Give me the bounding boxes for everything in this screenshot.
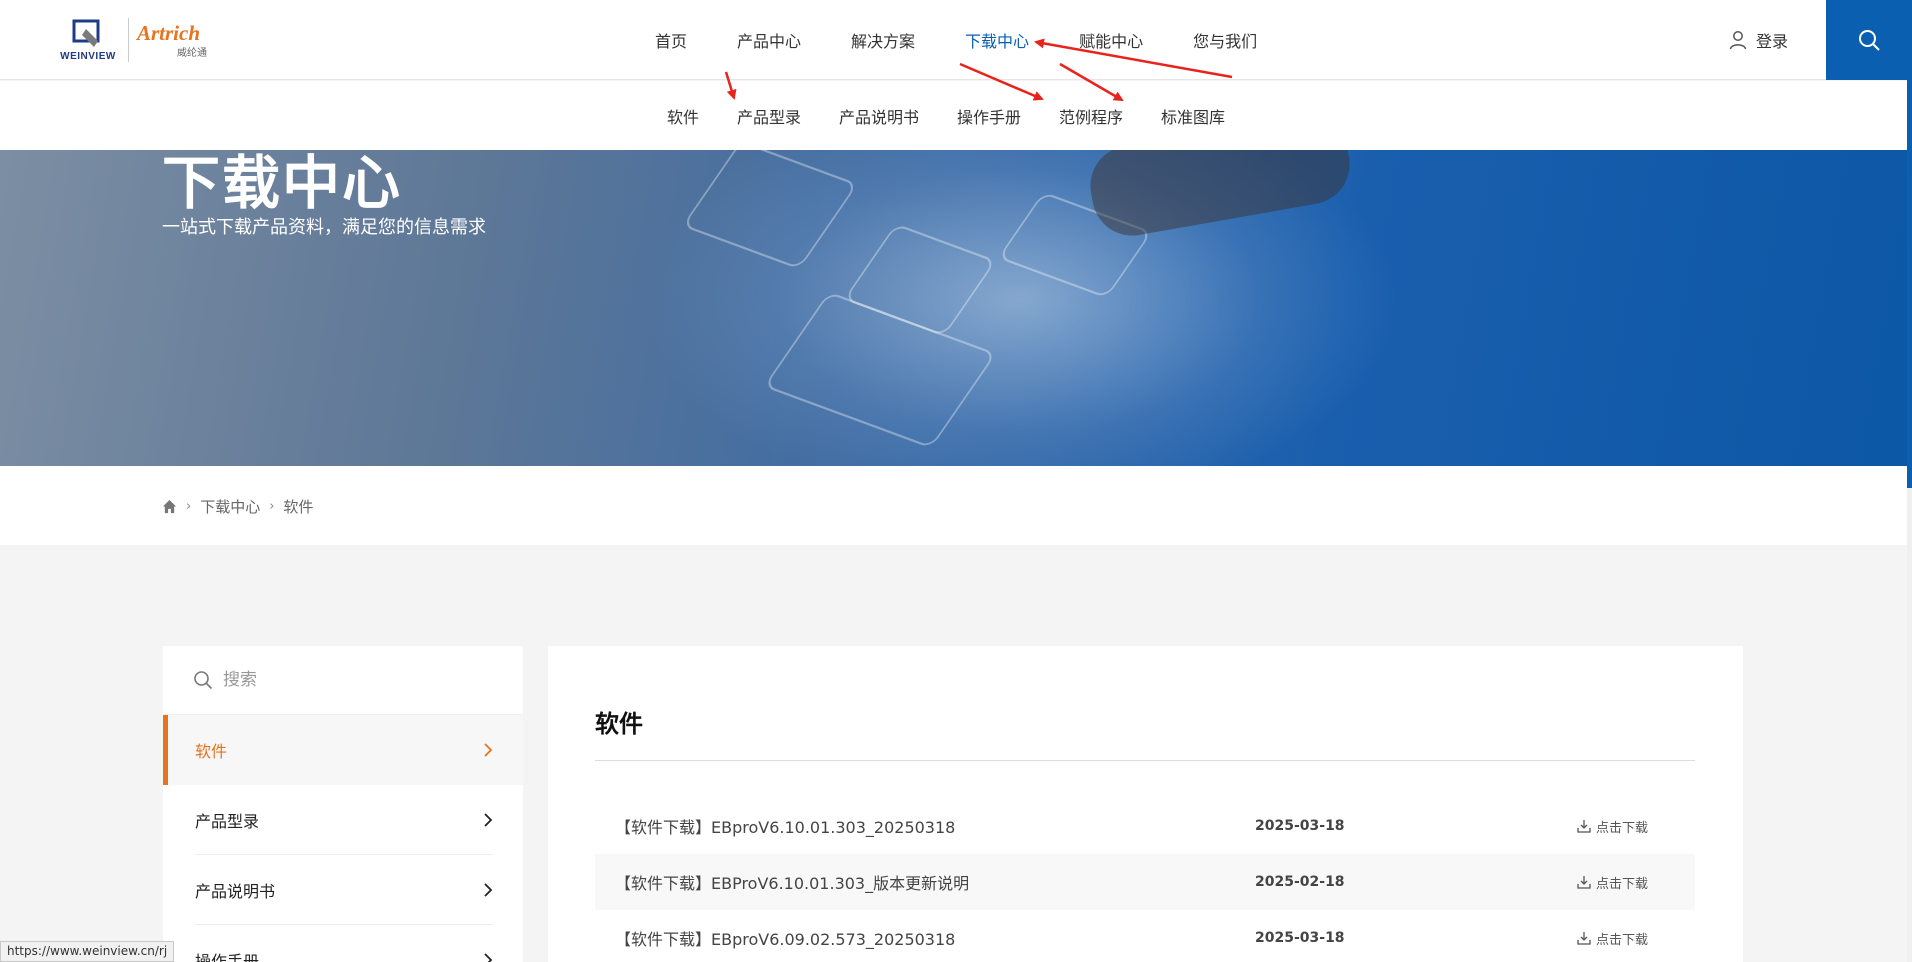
weinview-logo: WEINVIEW	[56, 19, 120, 62]
sidebar-item-label: 软件	[195, 742, 228, 761]
download-row: 【软件下载】EBProV6.10.01.303_版本更新说明 2025-02-1…	[595, 854, 1695, 910]
artrich-logo-cn: 威纶通	[177, 47, 207, 59]
subnav-item-operation[interactable]: 操作手册	[957, 104, 1021, 128]
chevron-right-icon	[484, 813, 493, 827]
nav-item-enablement[interactable]: 赋能中心	[1079, 28, 1143, 52]
weinview-mark-icon	[68, 19, 108, 49]
home-icon[interactable]	[162, 499, 177, 514]
header-search-button[interactable]	[1826, 0, 1912, 80]
artrich-logo-text: Artrich	[137, 20, 201, 45]
breadcrumb-separator-icon: ›	[186, 499, 192, 514]
site-logo[interactable]: WEINVIEW Artrich 威纶通	[56, 16, 207, 64]
breadcrumb-separator-icon: ›	[269, 499, 275, 514]
nav-item-home[interactable]: 首页	[655, 28, 687, 52]
search-icon	[1859, 30, 1880, 51]
site-header: WEINVIEW Artrich 威纶通 首页 产品中心 解决方案 下载中心 赋…	[0, 0, 1912, 80]
download-label: 点击下载	[1596, 876, 1649, 892]
subnav-item-catalog[interactable]: 产品型录	[737, 104, 801, 128]
download-link[interactable]: 点击下载	[1577, 817, 1648, 836]
download-icon	[1577, 820, 1591, 833]
download-date: 2025-03-18	[1255, 818, 1345, 834]
breadcrumb: › 下载中心 › 软件	[162, 496, 313, 517]
sidebar-search	[163, 646, 523, 715]
login-label: 登录	[1756, 32, 1789, 51]
breadcrumb-item-software: 软件	[283, 498, 314, 516]
download-name[interactable]: 【软件下载】EBproV6.09.02.573_20250318	[615, 926, 955, 950]
sidebar-item-software[interactable]: 软件	[163, 715, 523, 785]
sidebar-search-input[interactable]	[223, 670, 483, 690]
download-name[interactable]: 【软件下载】EBProV6.10.01.303_版本更新说明	[615, 870, 969, 894]
breadcrumb-item-downloads[interactable]: 下载中心	[200, 496, 260, 517]
panel-title: 软件	[595, 710, 643, 738]
category-sidebar: 软件 产品型录 产品说明书 操作手册	[163, 646, 523, 962]
search-icon	[194, 671, 213, 690]
download-row: 【软件下载】EBproV6.10.01.303_20250318 2025-03…	[595, 798, 1695, 854]
download-icon	[1577, 932, 1591, 945]
banner-subtitle: 一站式下载产品资料，满足您的信息需求	[162, 217, 486, 238]
panel-divider	[595, 760, 1695, 761]
sidebar-item-label: 操作手册	[195, 952, 260, 962]
subnav-item-software[interactable]: 软件	[667, 104, 699, 128]
download-date: 2025-03-18	[1255, 930, 1345, 946]
nav-item-about[interactable]: 您与我们	[1193, 28, 1257, 52]
download-link[interactable]: 点击下载	[1577, 873, 1648, 892]
banner-title: 下载中心	[162, 150, 403, 217]
page-scrollbar[interactable]	[1907, 0, 1912, 962]
subnav-item-manual[interactable]: 产品说明书	[839, 104, 919, 128]
download-icon	[1577, 876, 1591, 889]
sidebar-item-catalog[interactable]: 产品型录	[163, 785, 523, 855]
logo-separator	[128, 18, 129, 62]
weinview-logo-text: WEINVIEW	[60, 50, 116, 62]
download-link[interactable]: 点击下载	[1577, 929, 1648, 948]
download-row: 【软件下载】EBproV6.09.02.573_20250318 2025-03…	[595, 910, 1695, 962]
main-nav: 首页 产品中心 解决方案 下载中心 赋能中心 您与我们	[630, 0, 1282, 80]
sidebar-item-label: 产品型录	[195, 812, 260, 831]
login-button[interactable]: 登录	[1728, 28, 1788, 52]
chevron-right-icon	[484, 743, 493, 757]
chevron-right-icon	[484, 883, 493, 897]
browser-status-url: https://www.weinview.cn/rj	[0, 941, 175, 962]
download-label: 点击下载	[1596, 820, 1649, 836]
sidebar-item-operation[interactable]: 操作手册	[163, 925, 523, 962]
sidebar-item-label: 产品说明书	[195, 882, 276, 901]
download-subnav: 软件 产品型录 产品说明书 操作手册 范例程序 标准图库	[0, 81, 1907, 150]
hero-banner: 下载中心 一站式下载产品资料，满足您的信息需求	[0, 150, 1907, 466]
subnav-item-examples[interactable]: 范例程序	[1059, 104, 1123, 128]
sidebar-item-manual[interactable]: 产品说明书	[163, 855, 523, 925]
chevron-right-icon	[484, 953, 493, 962]
nav-item-downloads[interactable]: 下载中心	[965, 28, 1029, 52]
download-list-panel: 软件 【软件下载】EBproV6.10.01.303_20250318 2025…	[548, 646, 1743, 962]
nav-item-solutions[interactable]: 解决方案	[851, 28, 915, 52]
artrich-logo: Artrich 威纶通	[137, 22, 207, 59]
subnav-item-library[interactable]: 标准图库	[1161, 104, 1225, 128]
breadcrumb-bar: › 下载中心 › 软件	[0, 466, 1907, 545]
user-icon	[1729, 31, 1747, 50]
nav-item-products[interactable]: 产品中心	[737, 28, 801, 52]
download-date: 2025-02-18	[1255, 874, 1345, 890]
download-label: 点击下载	[1596, 932, 1649, 948]
download-name[interactable]: 【软件下载】EBproV6.10.01.303_20250318	[615, 814, 955, 838]
